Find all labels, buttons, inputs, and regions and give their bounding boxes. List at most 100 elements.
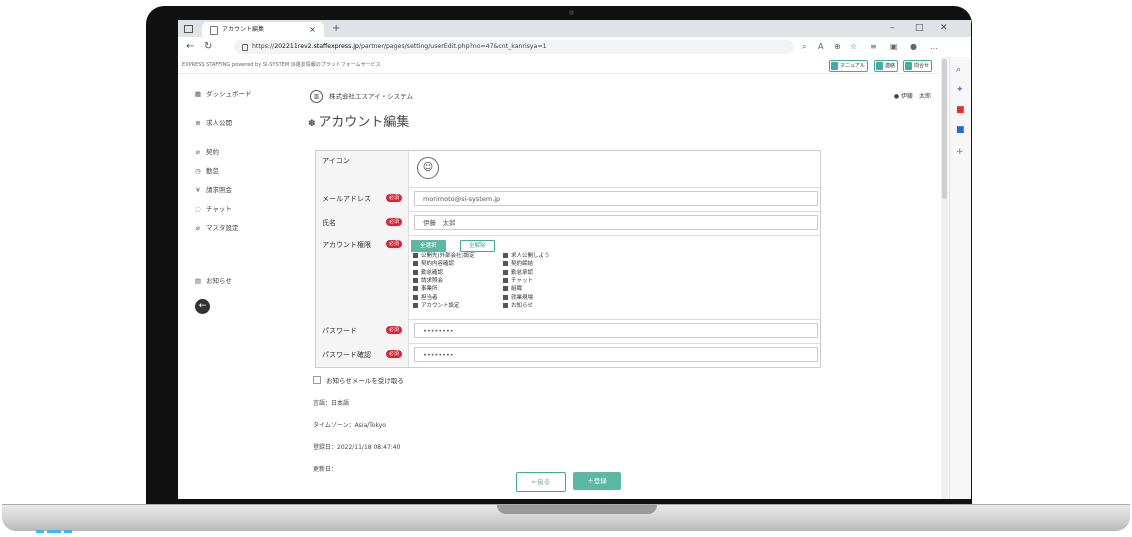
sidebar-item-contract[interactable]: ⌀ 契約: [193, 147, 219, 157]
avatar-icon[interactable]: ☺: [417, 157, 439, 179]
inquiry-button[interactable]: 問合せ: [903, 60, 933, 72]
new-tab-button[interactable]: +: [332, 21, 340, 36]
permission-label: 就業現場: [511, 294, 534, 301]
checkbox-checked-icon: [503, 269, 508, 275]
label-cell: アカウント権限 必須: [316, 235, 409, 319]
close-button[interactable]: ✕: [940, 21, 948, 36]
permission-checkbox[interactable]: 求人公開しよう: [503, 253, 550, 260]
inquiry-icon: [905, 62, 912, 70]
url-field[interactable]: https://202211rev2.staffexpress.jp/partn…: [234, 40, 794, 54]
tab-close-icon[interactable]: ×: [309, 22, 316, 37]
copilot-icon[interactable]: ✦: [956, 85, 964, 95]
sidebar-item-news[interactable]: ▤ お知らせ: [193, 276, 232, 286]
deselect-all-button[interactable]: 全解除: [460, 240, 495, 252]
permission-checkbox[interactable]: 請求照会: [413, 277, 443, 285]
registered-info: 登録日：2022/11/18 08:47:40: [313, 444, 401, 451]
url-prefix: https://: [252, 43, 275, 50]
read-aloud-icon[interactable]: A: [818, 40, 823, 54]
collapse-back-button[interactable]: ←: [195, 299, 210, 314]
sidebar-item-label: マスタ設定: [206, 224, 239, 232]
sidebar-item-attendance[interactable]: ◷ 勤怠: [193, 166, 219, 176]
password-confirm-field[interactable]: ••••••••: [414, 347, 818, 362]
permission-checkbox[interactable]: 組織: [503, 286, 522, 293]
permission-label: 事業所: [421, 286, 438, 293]
url-domain: 202211rev2.staffexpress.jp: [274, 43, 359, 50]
laptop-base: [2, 504, 1130, 533]
required-badge: 必須: [386, 240, 403, 248]
user-menu[interactable]: ● 伊藤 太郎: [894, 91, 931, 100]
permission-label: 勤怠確認: [421, 269, 444, 276]
permission-checkbox[interactable]: チャット: [503, 277, 533, 285]
favorites-icon[interactable]: ≡: [870, 40, 877, 54]
lock-icon: [242, 44, 248, 51]
name-field[interactable]: 伊藤 太郎: [414, 215, 818, 230]
screen: アカウント編集 × + – □ ✕ ← ↻ https://202211rev2…: [178, 20, 971, 499]
permission-checkbox[interactable]: お知らせ: [503, 302, 533, 310]
scrollbar-thumb[interactable]: [942, 59, 947, 199]
sidebar-item-chat[interactable]: ◌ チャット: [193, 204, 232, 214]
checkbox-checked-icon: [503, 286, 508, 292]
zoom-icon[interactable]: ⊕: [834, 40, 841, 54]
laptop-notch: [497, 505, 657, 514]
manual-label: マニュアル: [840, 63, 865, 69]
permission-label: お知らせ: [511, 302, 533, 309]
sidebar-item-dashboard[interactable]: ▦ ダッシュボード: [193, 89, 252, 99]
browser-tab[interactable]: アカウント編集 ×: [202, 22, 324, 37]
sidebar-item-master[interactable]: ⌀ マスタ設定: [193, 223, 239, 233]
label-cell: 氏名 必須: [316, 211, 409, 235]
permission-checkbox[interactable]: 就業現場: [503, 294, 534, 302]
manual-button[interactable]: マニュアル: [829, 60, 868, 72]
notice-mail-checkbox[interactable]: お知らせメールを受け取る: [313, 375, 404, 385]
company-name: ▥ 株式会社エスアイ・システム: [310, 90, 413, 103]
sidebar-item-jobs[interactable]: ⊕ 求人公開: [193, 118, 232, 128]
contact-button[interactable]: 連絡: [874, 60, 899, 72]
sidebar: ▦ ダッシュボード ⊕ 求人公開 ⌀ 契約 ◷ 勤怠 ¥ 請求照会 ◌ チャット ⌀ マスタ設…: [178, 74, 299, 499]
sidebar-item-billing[interactable]: ¥ 請求照会: [193, 185, 232, 195]
checkbox-checked-icon: [503, 302, 508, 308]
permission-label: 勤怠承認: [511, 269, 534, 276]
jobs-icon: ⊕: [195, 119, 201, 127]
minimize-button[interactable]: –: [890, 21, 895, 36]
permission-label: チャット: [511, 277, 533, 284]
permission-checkbox[interactable]: 契約内容確認: [413, 261, 454, 268]
news-icon: ▤: [194, 277, 202, 285]
more-icon[interactable]: …: [930, 40, 938, 54]
checkbox-checked-icon: [413, 269, 418, 275]
back-arrow-icon[interactable]: ←: [186, 40, 194, 54]
profile-icon[interactable]: ●: [910, 40, 917, 54]
outlook-icon[interactable]: ■: [956, 125, 965, 135]
favorite-icon[interactable]: ☆: [850, 40, 857, 54]
permission-checkbox[interactable]: アカウント設定: [413, 302, 460, 310]
save-button[interactable]: ＋登録: [573, 472, 621, 490]
label-email: メールアドレス: [322, 195, 371, 203]
permission-checkbox[interactable]: 勤怠確認: [413, 269, 444, 277]
select-all-button[interactable]: 全選択: [411, 240, 446, 252]
chat-icon: ◌: [195, 205, 201, 213]
add-icon[interactable]: +: [956, 147, 964, 157]
password-field[interactable]: ••••••••: [414, 323, 818, 338]
label-cell: アイコン: [316, 151, 409, 187]
refresh-icon[interactable]: ↻: [204, 40, 212, 54]
permission-checkbox[interactable]: 公開先(外部会社)設定: [413, 253, 475, 260]
tab-actions-icon[interactable]: [184, 25, 193, 33]
permission-checkbox[interactable]: 勤怠承認: [503, 269, 534, 277]
page-icon: [210, 26, 218, 35]
back-button[interactable]: ←戻る: [516, 472, 566, 492]
label-icon: アイコン: [322, 157, 350, 165]
search-icon[interactable]: ⌕: [956, 65, 961, 75]
email-field[interactable]: morimoto@si-system.jp: [414, 191, 818, 206]
permission-checkbox[interactable]: 契約締結: [503, 261, 533, 268]
contact-label: 連絡: [885, 63, 896, 69]
search-icon[interactable]: ⌕: [802, 40, 806, 54]
office-icon[interactable]: ■: [956, 105, 965, 115]
row-permissions: アカウント権限 必須 全選択 全解除 公開先(外部会社)設定 契約内容確認 勤怠確認請…: [316, 235, 820, 320]
yen-icon: ¥: [195, 186, 201, 194]
permission-checkbox[interactable]: 事業所: [413, 286, 438, 293]
scrollbar[interactable]: [941, 57, 948, 499]
permission-checkbox[interactable]: 担当者: [413, 294, 438, 302]
clock-icon: ◷: [195, 167, 201, 175]
collections-icon[interactable]: ▣: [890, 40, 898, 54]
sidebar-item-label: お知らせ: [206, 277, 232, 285]
sidebar-item-label: チャット: [206, 205, 232, 213]
maximize-button[interactable]: □: [915, 21, 924, 36]
